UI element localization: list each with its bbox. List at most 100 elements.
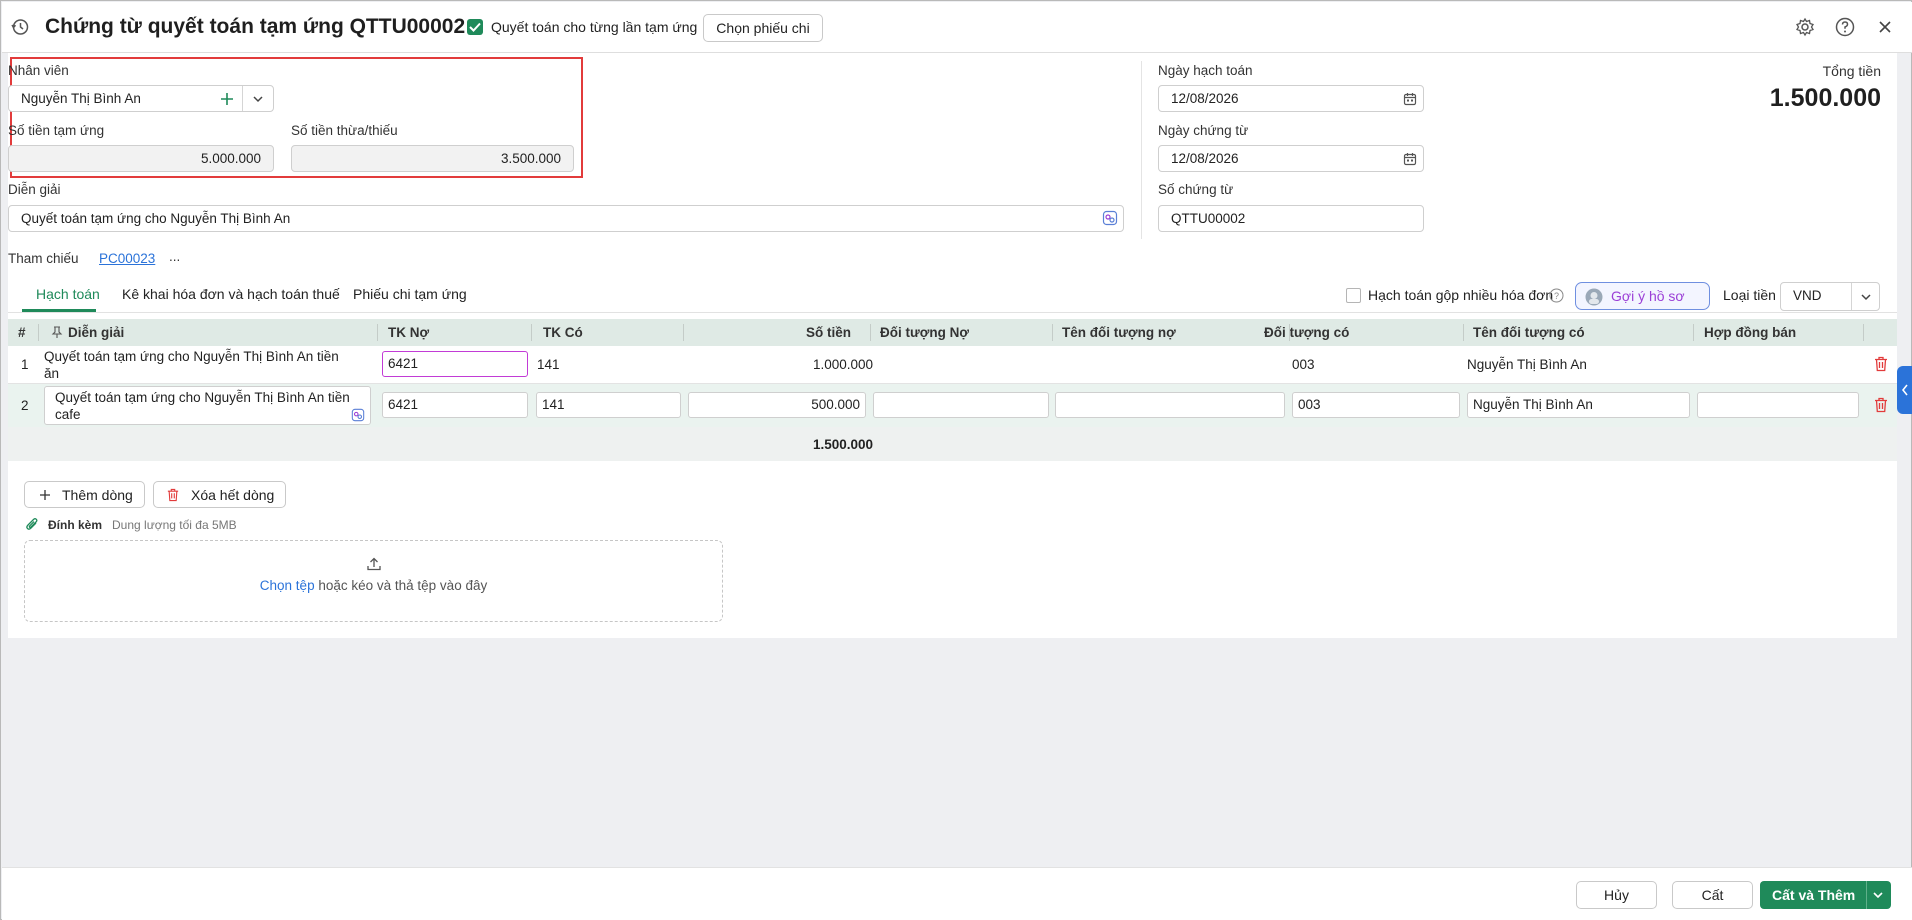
svg-text:?: ?	[1554, 291, 1559, 301]
tab-hach-toan[interactable]: Hạch toán	[36, 286, 100, 302]
column-separator	[1693, 324, 1694, 341]
doc-no-label: Số chứng từ	[1158, 182, 1234, 197]
column-separator	[1863, 324, 1864, 341]
posting-date-input[interactable]: 12/08/2026	[1158, 85, 1424, 112]
column-separator	[870, 324, 871, 341]
credit-account-cell[interactable]: 141	[537, 357, 560, 372]
delete-all-rows-button[interactable]: Xóa hết dòng	[153, 481, 286, 508]
currency-divider	[1851, 283, 1852, 310]
split-divider	[1866, 881, 1867, 909]
column-separator	[683, 324, 684, 341]
save-and-add-button[interactable]: Cất và Thêm	[1760, 881, 1891, 909]
ai-suggest-icon[interactable]	[1102, 210, 1118, 226]
trash-icon	[167, 488, 179, 502]
debit-account-input[interactable]: 6421	[382, 351, 528, 377]
reference-more[interactable]: ...	[169, 249, 180, 264]
chevron-down-icon[interactable]	[1860, 292, 1872, 302]
trash-icon[interactable]	[1874, 356, 1888, 372]
attachment-label: Đính kèm	[48, 518, 103, 532]
trash-icon[interactable]	[1874, 397, 1888, 413]
chevron-down-icon[interactable]	[1872, 890, 1884, 900]
save-and-add-label: Cất và Thêm	[1772, 887, 1856, 903]
history-icon[interactable]	[10, 17, 30, 37]
row-description-line1: Quyết toán tạm ứng cho Nguyễn Thị Bình A…	[55, 390, 350, 405]
upload-icon	[367, 557, 381, 571]
col-credit-account: TK Có	[543, 325, 583, 340]
credit-account-input[interactable]: 141	[536, 392, 681, 418]
paperclip-icon	[26, 518, 38, 530]
suggest-button-label: Gợi ý hồ sơ	[1611, 288, 1685, 304]
amount-cell[interactable]: 1.000.000	[813, 357, 873, 372]
delete-all-rows-label: Xóa hết dòng	[191, 487, 275, 503]
add-row-button[interactable]: Thêm dòng	[24, 481, 145, 508]
row-description: Quyết toán tạm ứng cho Nguyễn Thị Bình A…	[55, 389, 350, 423]
chevron-left-icon	[1901, 384, 1908, 396]
reference-link[interactable]: PC00023	[99, 251, 155, 266]
choose-slip-button[interactable]: Chọn phiếu chi	[703, 14, 823, 42]
description-label: Diễn giải	[8, 182, 61, 197]
active-tab-indicator	[22, 309, 96, 312]
doc-date-input[interactable]: 12/08/2026	[1158, 145, 1424, 172]
tab-phieu-chi-tam-ung[interactable]: Phiếu chi tạm ứng	[353, 286, 467, 302]
col-index: #	[18, 325, 26, 340]
gear-icon[interactable]	[1795, 17, 1815, 37]
table-row[interactable]: 2 Quyết toán tạm ứng cho Nguyễn Thị Bình…	[8, 384, 1897, 427]
check-icon	[469, 22, 481, 32]
file-drop-zone[interactable]: Chọn tệp hoặc kéo và thả tệp vào đây	[24, 540, 723, 622]
row-description-line2: cafe	[55, 407, 81, 422]
reference-label: Tham chiếu	[8, 251, 79, 266]
amount-input[interactable]: 500.000	[688, 392, 866, 418]
credit-object-input[interactable]: 003	[1292, 392, 1460, 418]
credit-object-cell[interactable]: 003	[1292, 357, 1315, 372]
ai-suggest-icon[interactable]	[351, 408, 365, 422]
add-icon[interactable]	[220, 92, 234, 106]
sales-contract-input[interactable]	[1697, 392, 1859, 418]
grid-total-row: 1.500.000	[8, 427, 1897, 461]
close-icon[interactable]	[1875, 17, 1895, 37]
save-button[interactable]: Cất	[1672, 881, 1753, 909]
advance-amount-label: Số tiền tạm ứng	[8, 123, 105, 138]
diff-amount-label: Số tiền thừa/thiếu	[291, 123, 398, 138]
row-description-input[interactable]: Quyết toán tạm ứng cho Nguyễn Thị Bình A…	[44, 386, 371, 425]
debit-account-input[interactable]: 6421	[382, 392, 528, 418]
employee-value: Nguyễn Thị Bình An	[21, 91, 141, 106]
description-input[interactable]: Quyết toán tạm ứng cho Nguyễn Thị Bình A…	[8, 205, 1124, 232]
info-icon[interactable]: ?	[1549, 288, 1564, 303]
pin-icon[interactable]	[51, 326, 63, 339]
column-separator	[1463, 324, 1464, 341]
suggest-button[interactable]: Gợi ý hồ sơ	[1575, 282, 1710, 310]
choose-file-link[interactable]: Chọn tệp	[260, 578, 315, 593]
attachment-hint: Dung lượng tối đa 5MB	[112, 518, 237, 532]
credit-object-name-cell[interactable]: Nguyễn Thị Bình An	[1467, 357, 1587, 372]
cancel-button[interactable]: Hủy	[1576, 881, 1657, 909]
credit-object-name-input[interactable]: Nguyễn Thị Bình An	[1467, 392, 1690, 418]
plus-icon	[40, 490, 50, 500]
doc-no-input[interactable]: QTTU00002	[1158, 205, 1424, 232]
column-separator	[1052, 324, 1053, 341]
merge-invoices-checkbox[interactable]	[1346, 288, 1361, 303]
add-row-label: Thêm dòng	[62, 487, 133, 503]
currency-label: Loại tiền	[1723, 287, 1776, 303]
row-description-line2: ăn	[44, 366, 60, 381]
window-frame: Chứng từ quyết toán tạm ứng QTTU00002 Qu…	[0, 0, 1912, 920]
page-title: Chứng từ quyết toán tạm ứng QTTU00002	[45, 15, 466, 38]
employee-label: Nhân viên	[8, 63, 69, 78]
help-icon[interactable]	[1835, 17, 1855, 37]
tab-ke-khai-hoa-don[interactable]: Kê khai hóa đơn và hạch toán thuế	[122, 286, 340, 302]
drop-hint: hoặc kéo và thả tệp vào đây	[318, 578, 488, 593]
dialog-header: Chứng từ quyết toán tạm ứng QTTU00002 Qu…	[2, 2, 1912, 53]
calendar-icon[interactable]	[1403, 152, 1417, 166]
row-description[interactable]: Quyết toán tạm ứng cho Nguyễn Thị Bình A…	[44, 348, 339, 382]
per-advance-checkbox[interactable]	[467, 19, 483, 35]
debit-object-input[interactable]	[873, 392, 1049, 418]
col-debit-object-name: Tên đối tượng nợ	[1062, 325, 1176, 340]
col-sales-contract: Hợp đồng bán	[1704, 325, 1797, 340]
chevron-down-icon[interactable]	[252, 94, 264, 104]
side-panel-toggle[interactable]	[1897, 366, 1912, 414]
table-row[interactable]: 1 Quyết toán tạm ứng cho Nguyễn Thị Bình…	[8, 346, 1897, 384]
row-index: 1	[21, 357, 29, 372]
employee-combo[interactable]: Nguyễn Thị Bình An	[8, 85, 274, 112]
calendar-icon[interactable]	[1403, 92, 1417, 106]
debit-object-name-input[interactable]	[1055, 392, 1285, 418]
drop-zone-text: Chọn tệp hoặc kéo và thả tệp vào đây	[25, 578, 722, 593]
